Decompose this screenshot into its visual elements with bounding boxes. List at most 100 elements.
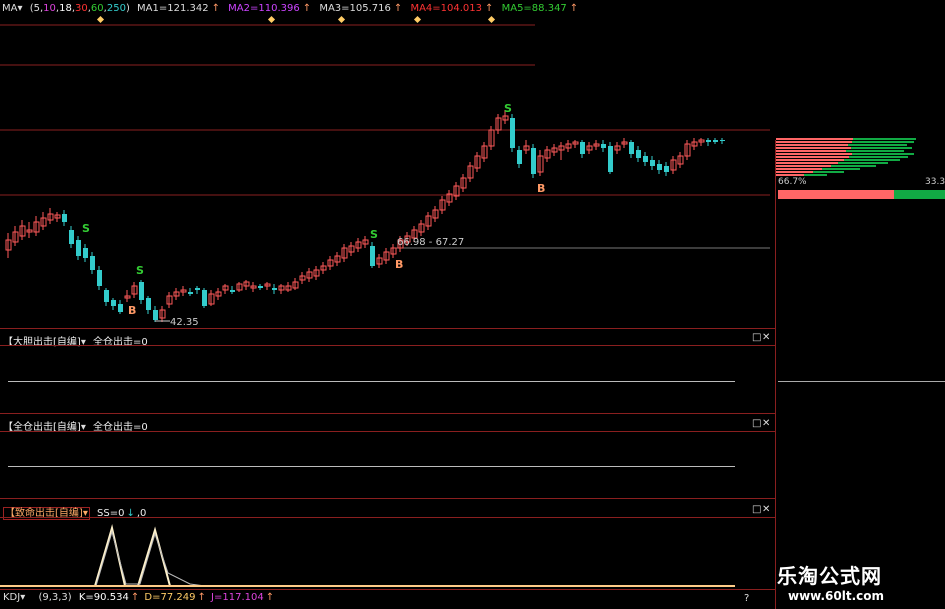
- peak-line: [80, 524, 200, 587]
- candle-body: [62, 214, 67, 222]
- chip-bar: [776, 147, 851, 149]
- kdj-params: (9,3,3): [38, 592, 72, 603]
- candle-body: [272, 288, 277, 290]
- chip-ratio-green: [894, 190, 945, 199]
- close-icon[interactable]: ✕: [762, 504, 770, 515]
- chip-bar: [849, 156, 908, 158]
- candle-body: [76, 240, 81, 256]
- candle-body: [69, 230, 74, 244]
- chip-bar: [822, 168, 860, 170]
- side-panel-line: [778, 381, 945, 382]
- chip-bar: [776, 156, 849, 158]
- maximize-icon[interactable]: □: [752, 418, 761, 429]
- chip-bar: [852, 153, 914, 155]
- candle-body: [195, 288, 200, 290]
- candle-body: [188, 292, 193, 294]
- kdj-name[interactable]: KDJ: [3, 592, 20, 603]
- chip-distribution: [776, 138, 916, 176]
- help-icon[interactable]: ?: [744, 593, 749, 604]
- chip-bar: [838, 162, 888, 164]
- kdj-d-value: D=77.249: [144, 592, 196, 603]
- sell-signal: S: [136, 264, 144, 277]
- close-icon[interactable]: ✕: [762, 332, 770, 343]
- chip-bar: [804, 174, 827, 176]
- up-arrow-icon: ↑: [130, 592, 140, 603]
- chip-bar: [776, 159, 844, 161]
- chip-bar: [776, 165, 831, 167]
- kdj-k-value: K=90.534: [78, 592, 129, 603]
- chip-ratio-red: [778, 190, 894, 199]
- candles: [5, 110, 725, 322]
- panel-title[interactable]: 【大胆出击[自编]: [3, 337, 81, 348]
- candle-body: [629, 142, 634, 154]
- candle-body: [720, 140, 725, 141]
- divider: [775, 140, 776, 609]
- divider: [0, 431, 775, 432]
- chip-bar: [776, 168, 822, 170]
- sell-signal: S: [370, 228, 378, 241]
- chip-bar: [844, 159, 900, 161]
- indicator-line: [8, 381, 735, 382]
- candle-body: [664, 166, 669, 172]
- low-price-label: 42.35: [170, 317, 199, 328]
- candle-body: [531, 148, 536, 174]
- candle-body: [657, 164, 662, 170]
- chip-bar: [848, 144, 907, 146]
- signal-markers: S S S S B B B: [82, 102, 545, 317]
- panel-formula: 全仓出击=0: [93, 337, 148, 348]
- divider: [0, 328, 775, 329]
- candle-body: [111, 300, 116, 306]
- candle-body: [97, 270, 102, 286]
- candle-body: [601, 144, 606, 148]
- candle-body: [510, 118, 515, 148]
- candlestick-chart[interactable]: S S S S B B B 42.35 66.98 - 67.27: [0, 0, 775, 332]
- up-arrow-icon: ↑: [197, 592, 206, 603]
- candle-body: [517, 150, 522, 164]
- divider: [0, 589, 775, 590]
- candle-body: [230, 290, 235, 292]
- signal-peaks-chart: [0, 524, 735, 587]
- candle-body: [636, 150, 641, 158]
- chip-bar: [851, 147, 912, 149]
- maximize-icon[interactable]: □: [752, 332, 761, 343]
- divider: [0, 498, 775, 499]
- up-arrow-icon: ↑: [265, 592, 275, 603]
- chip-bar: [813, 171, 844, 173]
- maximize-icon[interactable]: □: [752, 504, 761, 515]
- range-label: 66.98 - 67.27: [397, 237, 464, 248]
- candle-body: [370, 246, 375, 266]
- kdj-indicator-bar: KDJ▾ (9,3,3) K=90.534 ↑ D=77.249 ↑ J=117.1…: [3, 592, 274, 603]
- dropdown-icon[interactable]: ▾: [81, 337, 86, 348]
- chip-bar: [853, 138, 916, 140]
- candle-body: [118, 304, 123, 312]
- candle-body: [608, 146, 613, 172]
- divider: [0, 413, 775, 414]
- chip-bars: [776, 138, 916, 176]
- chip-bar: [776, 162, 838, 164]
- chip-bar: [852, 141, 914, 143]
- candle-body: [706, 140, 711, 142]
- close-icon[interactable]: ✕: [762, 418, 770, 429]
- candle-body: [83, 248, 88, 258]
- candle-body: [139, 282, 144, 300]
- chip-bar: [776, 174, 804, 176]
- peak-line-soft: [80, 530, 206, 587]
- buy-signal: B: [128, 304, 136, 317]
- buy-signal: B: [395, 258, 403, 271]
- candle-body: [90, 256, 95, 270]
- divider: [0, 345, 775, 346]
- candle-body: [580, 142, 585, 154]
- chip-pct-right: 33.3: [925, 177, 945, 187]
- buy-signal: B: [537, 182, 545, 195]
- candle-body: [650, 160, 655, 166]
- chip-bar: [776, 171, 813, 173]
- dropdown-icon[interactable]: ▾: [20, 592, 25, 603]
- chip-pct-left: 66.7%: [778, 177, 807, 187]
- candle-body: [643, 156, 648, 162]
- chip-bar: [776, 153, 852, 155]
- sell-signal: S: [82, 222, 90, 235]
- chip-bar: [776, 144, 848, 146]
- watermark-url: www.60lt.com: [788, 589, 885, 603]
- candle-body: [146, 298, 151, 310]
- candle-body: [202, 290, 207, 306]
